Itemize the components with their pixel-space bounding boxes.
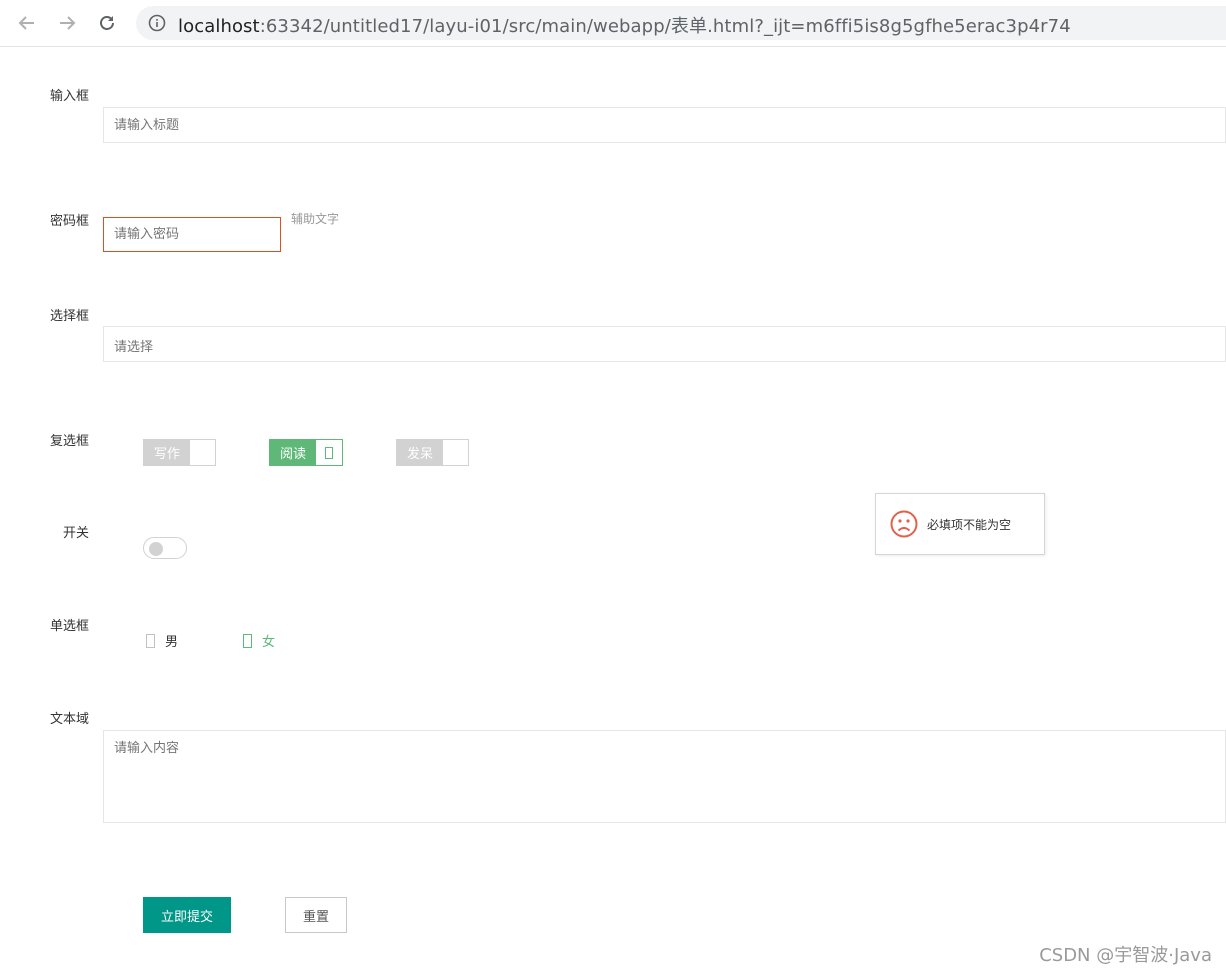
checkbox-daydream[interactable]: 发呆: [396, 439, 469, 466]
radio-male[interactable]: 男: [146, 631, 178, 650]
checkbox-writing-box: [190, 440, 215, 465]
title-input[interactable]: [103, 107, 1226, 143]
submit-button[interactable]: 立即提交: [143, 897, 231, 933]
checkbox-reading-text: 阅读: [270, 440, 317, 465]
watermark-text: CSDN @宇智波·Java: [1039, 945, 1212, 966]
textarea-label: 文本域: [50, 712, 90, 727]
url-text[interactable]: localhost:63342/untitled17/layu-i01/src/…: [178, 12, 1071, 38]
arrow-left-icon: [18, 16, 34, 30]
title-label: 输入框: [50, 89, 90, 104]
switch-label: 开关: [63, 526, 90, 541]
select-placeholder: 请选择: [114, 340, 154, 355]
select-label: 选择框: [50, 309, 90, 324]
check-icon: [325, 446, 333, 459]
url-path: :63342/untitled17/layu-i01/src/main/weba…: [259, 16, 1071, 37]
forward-button[interactable]: [52, 8, 82, 38]
address-bar[interactable]: localhost:63342/untitled17/layu-i01/src/…: [136, 6, 1226, 40]
reload-icon: [100, 16, 114, 30]
checkbox-reading[interactable]: 阅读: [269, 439, 343, 466]
arrow-right-icon: [60, 16, 76, 30]
info-circle-icon[interactable]: [148, 14, 166, 32]
content-textarea[interactable]: [103, 730, 1226, 823]
checkbox-reading-box: [316, 440, 342, 465]
checkbox-daydream-text: 发呆: [397, 440, 444, 465]
radio-female[interactable]: 女: [243, 631, 275, 650]
browser-toolbar: localhost:63342/untitled17/layu-i01/src/…: [0, 0, 1226, 47]
sad-face-icon: [890, 510, 918, 538]
switch-knob: [149, 542, 163, 556]
checkbox-writing-text: 写作: [144, 440, 191, 465]
password-input[interactable]: [103, 217, 281, 252]
back-button[interactable]: [12, 8, 42, 38]
checkbox-daydream-box: [443, 440, 468, 465]
toast-message: 必填项不能为空: [927, 518, 1012, 532]
checkbox-writing[interactable]: 写作: [143, 439, 216, 466]
password-label: 密码框: [50, 214, 90, 229]
radio-female-text: 女: [262, 635, 276, 650]
password-aux-text: 辅助文字: [291, 212, 340, 226]
url-host: localhost: [178, 16, 260, 37]
reset-button[interactable]: 重置: [285, 897, 347, 933]
select-dropdown[interactable]: 请选择: [103, 326, 1226, 362]
reload-button[interactable]: [92, 8, 122, 38]
radio-male-icon: [146, 633, 155, 648]
radio-male-text: 男: [165, 635, 179, 650]
toggle-switch[interactable]: [143, 537, 187, 559]
radio-female-icon: [243, 633, 252, 648]
radio-label: 单选框: [50, 619, 90, 634]
checkbox-label: 复选框: [50, 434, 90, 449]
validation-toast: 必填项不能为空: [875, 493, 1045, 555]
